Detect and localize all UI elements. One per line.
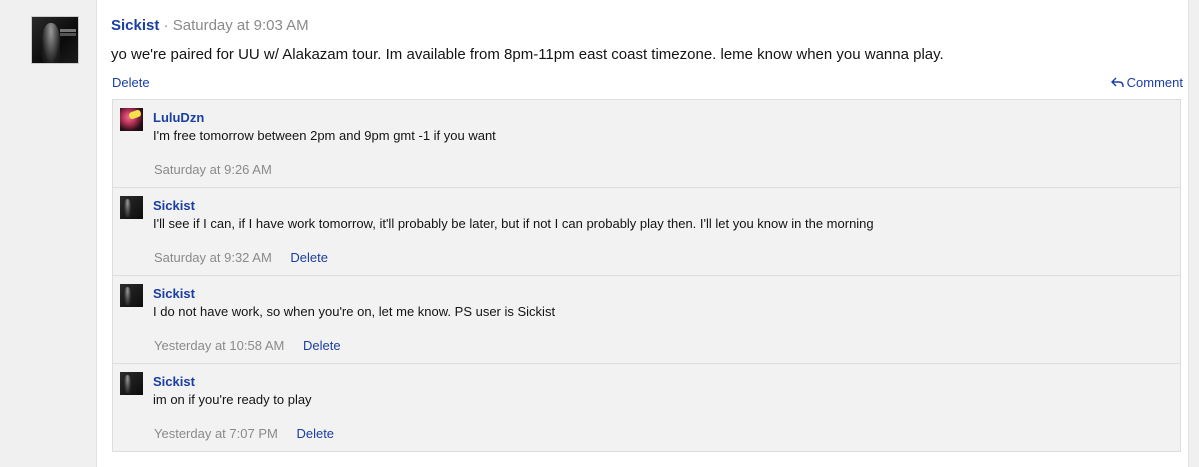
comment-author-link[interactable]: Sickist: [153, 286, 195, 301]
comment-list: LuluDzn I'm free tomorrow between 2pm an…: [112, 99, 1181, 452]
comment-timestamp[interactable]: Yesterday at 7:07 PM: [154, 426, 278, 441]
comment-footer: Saturday at 9:26 AM: [154, 162, 272, 177]
comment-footer: Saturday at 9:32 AM Delete: [154, 250, 328, 265]
post-author-avatar[interactable]: [31, 16, 79, 64]
comment-author-link[interactable]: LuluDzn: [153, 110, 204, 125]
commenter-avatar[interactable]: [120, 108, 143, 131]
comment-delete-link[interactable]: Delete: [303, 338, 341, 353]
comment-delete-link[interactable]: Delete: [290, 250, 328, 265]
comment-item: Sickist im on if you're ready to play Ye…: [113, 364, 1180, 452]
post-body: yo we're paired for UU w/ Alakazam tour.…: [111, 46, 944, 63]
post-timestamp[interactable]: Saturday at 9:03 AM: [173, 17, 309, 34]
comment-text: I'll see if I can, if I have work tomorr…: [153, 216, 874, 231]
post-actions: Delete Comment: [112, 75, 1183, 91]
comment-item: Sickist I'll see if I can, if I have wor…: [113, 188, 1180, 276]
left-gutter: [0, 0, 96, 467]
comment-item: Sickist I do not have work, so when you'…: [113, 276, 1180, 364]
comment-author-link[interactable]: Sickist: [153, 374, 195, 389]
post-header: Sickist · Saturday at 9:03 AM: [111, 17, 309, 35]
comment-author-link[interactable]: Sickist: [153, 198, 195, 213]
post-delete-link[interactable]: Delete: [112, 75, 150, 90]
comment-timestamp[interactable]: Saturday at 9:26 AM: [154, 162, 272, 177]
avatar-overlay-text: [60, 29, 76, 32]
meta-separator: ·: [163, 17, 169, 34]
comment-text: I do not have work, so when you're on, l…: [153, 304, 556, 319]
comment-footer: Yesterday at 10:58 AM Delete: [154, 338, 341, 353]
comment-footer: Yesterday at 7:07 PM Delete: [154, 426, 334, 441]
comment-delete-link[interactable]: Delete: [296, 426, 334, 441]
post-author-link[interactable]: Sickist: [111, 17, 159, 34]
comment-text: im on if you're ready to play: [153, 392, 312, 407]
comment-button[interactable]: Comment: [1110, 75, 1183, 90]
avatar-figure: [42, 23, 60, 63]
commenter-avatar[interactable]: [120, 196, 143, 219]
commenter-avatar[interactable]: [120, 372, 143, 395]
comment-timestamp[interactable]: Yesterday at 10:58 AM: [154, 338, 284, 353]
comment-text: I'm free tomorrow between 2pm and 9pm gm…: [153, 128, 496, 143]
reply-icon: [1110, 77, 1124, 87]
comment-timestamp[interactable]: Saturday at 9:32 AM: [154, 250, 272, 265]
commenter-avatar[interactable]: [120, 284, 143, 307]
profile-post: Sickist · Saturday at 9:03 AM yo we're p…: [96, 0, 1189, 467]
comment-item: LuluDzn I'm free tomorrow between 2pm an…: [113, 100, 1180, 188]
comment-button-label: Comment: [1126, 75, 1183, 90]
